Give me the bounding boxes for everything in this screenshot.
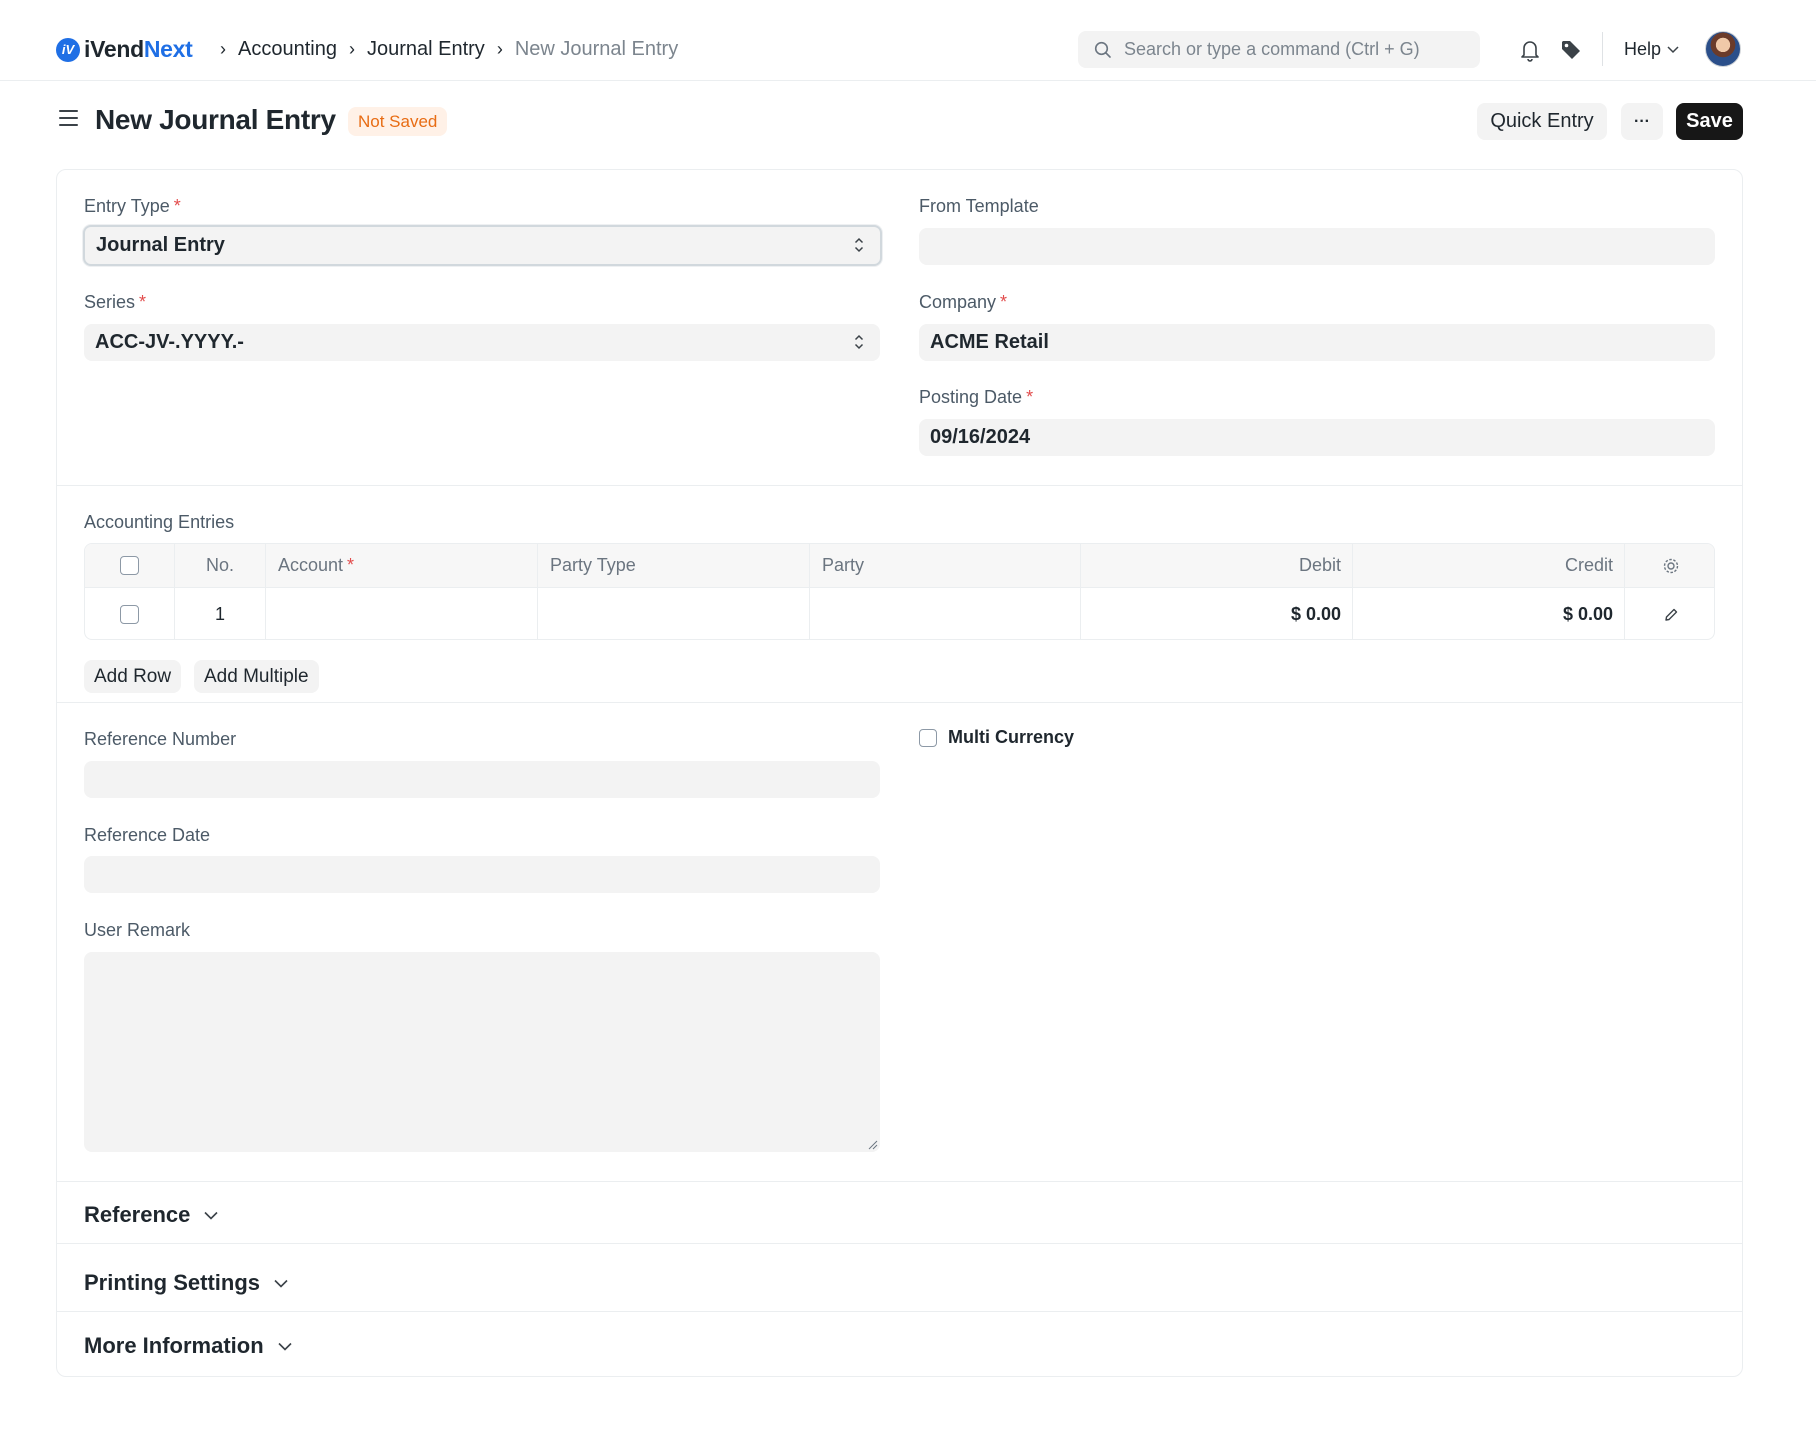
row-credit-cell[interactable]: $ 0.00: [1353, 588, 1625, 639]
section-more-information[interactable]: More Information: [84, 1333, 292, 1359]
posting-date-label: Posting Date *: [919, 387, 1034, 407]
chevron-down-icon: [274, 1279, 288, 1288]
entry-type-select[interactable]: Journal Entry: [83, 225, 882, 266]
col-account: Account *: [266, 544, 538, 587]
multi-currency-checkbox[interactable]: [919, 728, 937, 747]
chevron-right-icon: ›: [220, 39, 226, 59]
resize-handle-icon[interactable]: [868, 1140, 878, 1150]
user-remark-label: User Remark: [84, 920, 191, 940]
multi-currency-label: Multi Currency: [948, 727, 1075, 747]
entry-type-value: Journal Entry: [96, 234, 225, 256]
edit-icon[interactable]: [1625, 588, 1714, 639]
section-divider: [57, 702, 1742, 703]
page-title: New Journal Entry: [95, 104, 336, 135]
brand-logo-link[interactable]: iV iVendNext: [56, 36, 193, 63]
bell-icon[interactable]: [1517, 37, 1543, 63]
avatar[interactable]: [1705, 31, 1741, 67]
search-icon: [1094, 41, 1111, 58]
from-template-label: From Template: [919, 196, 1039, 216]
section-divider: [57, 1181, 1742, 1182]
chevron-right-icon: ›: [348, 39, 355, 59]
brand-name: iVendNext: [84, 36, 193, 62]
select-arrows-icon: [854, 334, 864, 350]
company-field[interactable]: ACME Retail: [919, 324, 1715, 361]
navbar: iV iVendNext › Accounting › Journal Entr…: [0, 0, 1816, 81]
awesomebar[interactable]: [1078, 31, 1480, 68]
user-remark-textarea[interactable]: [84, 952, 880, 1152]
chevron-down-icon: [278, 1342, 292, 1351]
posting-date-field[interactable]: 09/16/2024: [919, 419, 1715, 456]
tag-icon[interactable]: [1558, 37, 1584, 63]
series-select[interactable]: ACC-JV-.YYYY.-: [84, 324, 880, 361]
breadcrumb-accounting[interactable]: Accounting: [238, 38, 337, 61]
navbar-divider: [1602, 32, 1603, 66]
section-divider: [57, 485, 1742, 486]
save-button[interactable]: Save: [1676, 103, 1743, 140]
entry-type-label: Entry Type *: [84, 196, 181, 216]
section-printing-settings[interactable]: Printing Settings: [84, 1270, 288, 1296]
row-account-cell[interactable]: [266, 588, 538, 639]
row-no: 1: [175, 588, 266, 639]
breadcrumb: › Accounting › Journal Entry › New Journ…: [208, 38, 678, 61]
add-row-button[interactable]: Add Row: [84, 660, 182, 693]
add-multiple-button[interactable]: Add Multiple: [194, 660, 319, 693]
help-dropdown[interactable]: Help: [1624, 39, 1679, 60]
quick-entry-button[interactable]: Quick Entry: [1477, 103, 1607, 140]
menu-icon[interactable]: [59, 110, 78, 131]
breadcrumb-journal-entry[interactable]: Journal Entry: [367, 38, 485, 61]
settings-icon[interactable]: [1625, 544, 1714, 587]
col-party-type: Party Type: [538, 544, 810, 587]
section-divider: [57, 1311, 1742, 1312]
accounting-entries-label: Accounting Entries: [84, 512, 235, 532]
help-label: Help: [1624, 39, 1662, 59]
row-party-type-cell[interactable]: [538, 588, 810, 639]
chevron-down-icon: [204, 1211, 218, 1220]
row-select-cell: [85, 588, 175, 639]
search-input[interactable]: [1124, 39, 1464, 60]
form-card: Entry Type * Journal Entry From Template …: [56, 169, 1743, 1377]
col-credit: Credit: [1353, 544, 1625, 587]
reference-date-field[interactable]: [84, 856, 880, 893]
table-row[interactable]: 1 $ 0.00 $ 0.00: [85, 588, 1714, 639]
reference-number-field[interactable]: [84, 761, 880, 798]
row-party-cell[interactable]: [810, 588, 1081, 639]
chevron-right-icon: ›: [496, 39, 503, 59]
col-party: Party: [810, 544, 1081, 587]
series-label: Series *: [84, 292, 147, 312]
section-divider: [57, 1243, 1742, 1244]
status-badge: Not Saved: [348, 107, 448, 136]
section-reference-title: Reference: [84, 1202, 191, 1227]
row-checkbox[interactable]: [120, 605, 139, 624]
from-template-field[interactable]: [919, 228, 1715, 265]
section-printing-settings-title: Printing Settings: [84, 1270, 260, 1295]
chevron-down-icon: [1667, 45, 1679, 53]
section-reference[interactable]: Reference: [84, 1202, 218, 1228]
reference-date-label: Reference Date: [84, 825, 211, 845]
table-header: No. Account * Party Type Party Debit Cred…: [85, 544, 1714, 588]
row-debit-cell[interactable]: $ 0.00: [1081, 588, 1353, 639]
select-arrows-icon: [854, 237, 864, 253]
accounting-entries-table: No. Account * Party Type Party Debit Cred…: [84, 543, 1715, 640]
more-actions-button[interactable]: ···: [1621, 103, 1663, 140]
company-label: Company *: [919, 292, 1008, 312]
select-all-cell: [85, 544, 175, 587]
col-no: No.: [175, 544, 266, 587]
multi-currency-checkbox-row[interactable]: Multi Currency: [919, 727, 1074, 748]
select-all-checkbox[interactable]: [120, 556, 139, 575]
reference-number-label: Reference Number: [84, 729, 237, 749]
col-debit: Debit: [1081, 544, 1353, 587]
brand-logo-icon: iV: [56, 37, 80, 62]
breadcrumb-new-journal-entry: New Journal Entry: [514, 38, 679, 60]
series-value: ACC-JV-.YYYY.-: [95, 331, 244, 353]
section-more-information-title: More Information: [84, 1333, 264, 1358]
